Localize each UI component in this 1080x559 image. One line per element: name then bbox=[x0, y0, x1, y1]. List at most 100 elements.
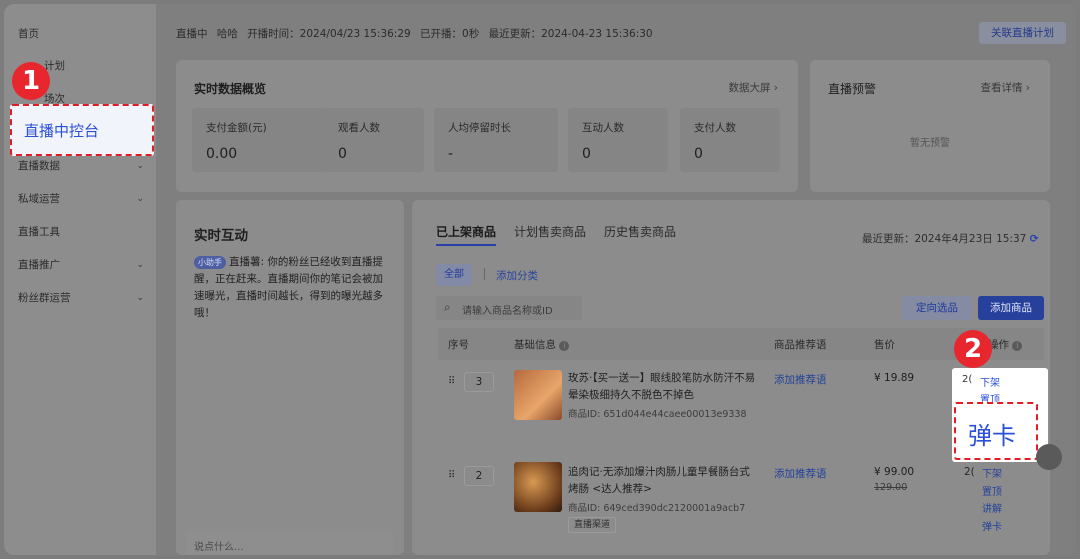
live-status-bar: 直播中 哈哈 开播时间：2024/04/23 15:36:29 已开播：0秒 最… bbox=[176, 26, 659, 41]
sidebar-item-plan[interactable]: 计划 bbox=[44, 58, 170, 73]
stat-value: 0 bbox=[694, 146, 703, 162]
info-icon[interactable]: i bbox=[1012, 341, 1023, 351]
product-id: 商品ID: 649ced390dc2120001a9acb7 bbox=[568, 503, 746, 514]
sidebar-item-fan-group[interactable]: 粉丝群运营 ⌄ bbox=[18, 290, 144, 305]
stat-value: 0 bbox=[582, 146, 591, 162]
warning-card: 直播预警 查看详情 › 暂无预警 bbox=[810, 60, 1050, 192]
category-all-button[interactable]: 全部 bbox=[436, 264, 472, 286]
link-plan-button[interactable]: 关联直播计划 bbox=[979, 22, 1066, 44]
column-header-actions: 操作 i bbox=[988, 337, 1023, 352]
column-header-label: 基础信息 bbox=[514, 339, 556, 351]
chat-input[interactable]: 说点什么... bbox=[186, 531, 394, 555]
sidebar-item-live-promo[interactable]: 直播推广 ⌄ bbox=[18, 257, 144, 272]
stat-value: 0.00 bbox=[206, 146, 238, 162]
stat-card: 支付人数 0 bbox=[680, 108, 780, 172]
chevron-down-icon: ⌄ bbox=[136, 259, 144, 270]
row-truncated-text: 2( bbox=[964, 466, 975, 478]
interaction-title: 实时互动 bbox=[194, 228, 248, 244]
pin-top-button[interactable]: 置顶 bbox=[982, 484, 1002, 502]
divider bbox=[484, 268, 485, 280]
sidebar-item-label: 首页 bbox=[18, 28, 39, 40]
column-header-basic-info: 基础信息 i bbox=[514, 337, 570, 352]
add-recommendation-link[interactable]: 添加推荐语 bbox=[774, 372, 827, 387]
sidebar-item-private-domain[interactable]: 私域运营 ⌄ bbox=[18, 191, 144, 206]
product-thumbnail bbox=[514, 462, 562, 512]
stat-value: - bbox=[448, 146, 454, 162]
stat-card: 人均停留时长 - bbox=[434, 108, 558, 172]
overview-title: 实时数据概览 bbox=[194, 82, 267, 96]
assistant-badge: 小助手 bbox=[194, 256, 226, 269]
warning-detail-link[interactable]: 查看详情 › bbox=[980, 80, 1030, 95]
step-badge-2: 2 bbox=[954, 330, 992, 368]
active-tab-indicator bbox=[436, 244, 496, 246]
targeted-selection-button[interactable]: 定向选品 bbox=[902, 296, 972, 320]
sidebar: 首页 计划 场次 直播数据 ⌄ 私域运营 ⌄ 直播工具 直播推广 ⌄ 粉丝群运营 ⌄ 直… bbox=[4, 4, 156, 555]
sequence-input[interactable]: 3 bbox=[464, 372, 494, 392]
drag-handle-icon[interactable]: ⠿ bbox=[448, 470, 455, 481]
sidebar-item-live-console[interactable]: 直播中控台 bbox=[10, 104, 154, 156]
delist-button[interactable]: 下架 bbox=[982, 466, 1002, 484]
chevron-down-icon: ⌄ bbox=[136, 292, 144, 303]
column-header-recommend: 商品推荐语 bbox=[774, 339, 827, 351]
step-badge-1: 1 bbox=[12, 62, 50, 100]
add-recommendation-link[interactable]: 添加推荐语 bbox=[774, 466, 827, 481]
app-window: 首页 计划 场次 直播数据 ⌄ 私域运营 ⌄ 直播工具 直播推广 ⌄ 粉丝群运营 ⌄ 直… bbox=[4, 4, 1076, 555]
start-time: 开播时间：2024/04/23 15:36:29 bbox=[247, 28, 411, 40]
row-truncated-text: 2( bbox=[962, 374, 973, 385]
stat-card: 观看人数 0 bbox=[324, 108, 424, 172]
explain-button[interactable]: 讲解 bbox=[982, 501, 1002, 519]
system-message: 小助手 直播薯: 你的粉丝已经收到直播提醒，正在赶来。直播期间你的笔记会被加速曝光… bbox=[194, 254, 390, 322]
tab-listed-products[interactable]: 已上架商品 bbox=[436, 223, 496, 240]
popup-card-callout-label: 弹卡 bbox=[968, 422, 1016, 450]
product-thumbnail bbox=[514, 370, 562, 420]
refresh-icon[interactable]: ⟳ bbox=[1030, 233, 1039, 245]
stat-label: 支付人数 bbox=[694, 122, 736, 134]
big-screen-link[interactable]: 数据大屏 › bbox=[728, 80, 778, 95]
stat-label: 人均停留时长 bbox=[448, 122, 511, 134]
sidebar-item-live-data[interactable]: 直播数据 ⌄ bbox=[18, 158, 144, 173]
tab-history-products[interactable]: 历史售卖商品 bbox=[604, 223, 676, 240]
host-name: 哈哈 bbox=[216, 28, 238, 40]
popup-card-callout[interactable]: 弹卡 bbox=[954, 402, 1038, 460]
popup-card-button[interactable]: 弹卡 bbox=[982, 519, 1002, 537]
tab-planned-products[interactable]: 计划售卖商品 bbox=[514, 223, 586, 240]
sidebar-item-label: 直播数据 bbox=[18, 160, 60, 172]
product-price: ¥ 19.89 bbox=[874, 372, 915, 384]
last-update-text: 最近更新：2024年4月23日 15:37 bbox=[862, 233, 1027, 245]
row-actions: 下架 置顶 讲解 弹卡 bbox=[982, 466, 1002, 536]
stat-value: 0 bbox=[338, 146, 347, 162]
sidebar-item-label: 直播中控台 bbox=[24, 122, 100, 140]
sidebar-item-label: 私域运营 bbox=[18, 193, 60, 205]
elapsed-time: 已开播：0秒 bbox=[420, 28, 480, 40]
product-title: 追肉记·无添加爆汁肉肠儿童早餐肠台式烤肠 <达人推荐> bbox=[568, 466, 750, 495]
product-search-input[interactable]: ⌕ 请输入商品名称或ID bbox=[436, 296, 582, 320]
delist-button[interactable]: 下架 bbox=[980, 374, 1000, 389]
add-category-link[interactable]: 添加分类 bbox=[496, 268, 538, 283]
sidebar-item-home[interactable]: 首页 bbox=[18, 26, 144, 41]
product-price: ¥ 99.00 bbox=[874, 466, 915, 478]
column-header-seq: 序号 bbox=[448, 339, 469, 351]
sidebar-item-label: 直播推广 bbox=[18, 259, 60, 271]
product-title: 玫苏·【买一送一】眼线胶笔防水防汗不易晕染极细持久不脱色不掉色 bbox=[568, 372, 756, 401]
stat-card: 互动人数 0 bbox=[568, 108, 668, 172]
column-header-price: 售价 bbox=[874, 339, 895, 351]
info-icon[interactable]: i bbox=[559, 341, 570, 351]
search-placeholder: 请输入商品名称或ID bbox=[462, 306, 553, 317]
search-icon: ⌕ bbox=[444, 300, 451, 314]
stat-label: 互动人数 bbox=[582, 122, 624, 134]
channel-tag: 直播渠道 bbox=[568, 517, 617, 533]
live-status: 直播中 bbox=[176, 28, 208, 40]
stat-label: 支付金额(元) bbox=[206, 122, 267, 134]
sidebar-item-live-tools[interactable]: 直播工具 bbox=[18, 224, 144, 239]
interaction-card: 实时互动 小助手 直播薯: 你的粉丝已经收到直播提醒，正在赶来。直播期间你的笔记会… bbox=[176, 200, 404, 555]
stat-card: 支付金额(元) 0.00 bbox=[192, 108, 328, 172]
scroll-top-icon[interactable] bbox=[1036, 444, 1062, 470]
sequence-input[interactable]: 2 bbox=[464, 466, 494, 486]
drag-handle-icon[interactable]: ⠿ bbox=[448, 376, 455, 387]
main-content: 直播中 哈哈 开播时间：2024/04/23 15:36:29 已开播：0秒 最… bbox=[156, 4, 1076, 555]
add-product-button[interactable]: 添加商品 bbox=[978, 296, 1044, 320]
product-id: 商品ID: 651d044e44caee00013e9338 bbox=[568, 409, 747, 420]
chevron-down-icon: ⌄ bbox=[136, 193, 144, 204]
products-last-update: 最近更新：2024年4月23日 15:37 ⟳ bbox=[862, 231, 1039, 246]
overview-card: 实时数据概览 数据大屏 › 支付金额(元) 0.00 观看人数 0 人均停留时长 - … bbox=[176, 60, 798, 192]
